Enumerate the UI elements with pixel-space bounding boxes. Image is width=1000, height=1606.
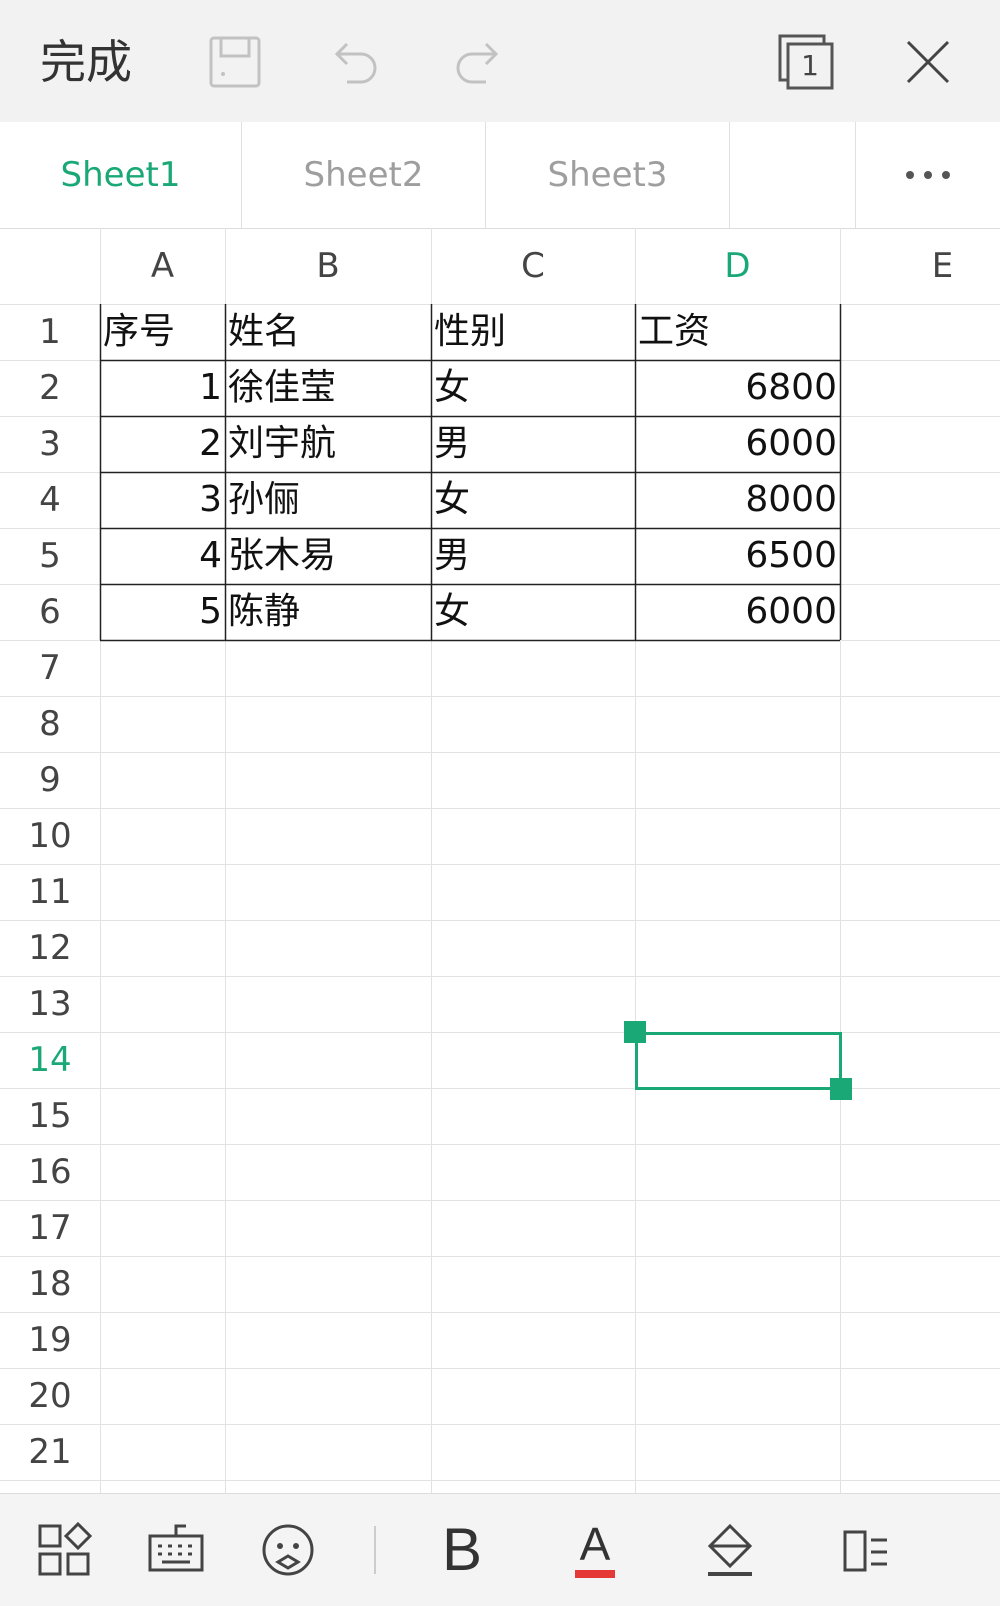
row-header[interactable]: 15: [0, 1088, 100, 1144]
selected-cell[interactable]: [635, 1032, 842, 1090]
row-header[interactable]: 14: [0, 1032, 100, 1088]
redo-icon[interactable]: [448, 32, 508, 92]
table-cell[interactable]: 工资: [635, 304, 840, 360]
row-header[interactable]: 9: [0, 752, 100, 808]
row-header[interactable]: 4: [0, 472, 100, 528]
row-header[interactable]: 7: [0, 640, 100, 696]
tab-sheet3[interactable]: Sheet3: [486, 122, 730, 228]
column-header-c[interactable]: C: [431, 228, 635, 304]
row-header[interactable]: 12: [0, 920, 100, 976]
font-color-underline: [575, 1570, 615, 1578]
column-header-d[interactable]: D: [635, 228, 840, 304]
table-cell[interactable]: 2: [100, 416, 225, 472]
close-icon[interactable]: [898, 32, 958, 92]
font-color-button[interactable]: A: [565, 1518, 625, 1580]
row-header[interactable]: 16: [0, 1144, 100, 1200]
tab-empty: [730, 122, 856, 228]
table-cell[interactable]: 男: [431, 528, 635, 584]
table-cell[interactable]: 8000: [635, 472, 840, 528]
table-cell[interactable]: 男: [431, 416, 635, 472]
sheet-count-icon[interactable]: 1: [776, 32, 836, 92]
toolbar-divider: [374, 1526, 376, 1574]
font-color-letter: A: [579, 1518, 611, 1570]
table-cell[interactable]: 徐佳莹: [225, 360, 431, 416]
table-cell[interactable]: 5: [100, 584, 225, 640]
apps-grid-icon[interactable]: [34, 1520, 94, 1580]
row-header[interactable]: 11: [0, 864, 100, 920]
row-header[interactable]: 21: [0, 1424, 100, 1480]
table-cell[interactable]: 女: [431, 584, 635, 640]
row-header[interactable]: 18: [0, 1256, 100, 1312]
table-cell[interactable]: 1: [100, 360, 225, 416]
wrap-icon[interactable]: [835, 1520, 895, 1580]
table-cell[interactable]: 6800: [635, 360, 840, 416]
table-cell[interactable]: 刘宇航: [225, 416, 431, 472]
table-cell[interactable]: 女: [431, 472, 635, 528]
spreadsheet-grid[interactable]: A B C D E 1 2 3 4 5 6 7 8 9 10 11 12 13 14 15 16 17 18 19 2…: [0, 228, 1000, 1493]
table-cell[interactable]: 4: [100, 528, 225, 584]
row-header[interactable]: 17: [0, 1200, 100, 1256]
table-cell[interactable]: 孙俪: [225, 472, 431, 528]
row-header[interactable]: 6: [0, 584, 100, 640]
undo-icon[interactable]: [325, 32, 385, 92]
row-header[interactable]: 8: [0, 696, 100, 752]
bottom-toolbar: B A: [0, 1493, 1000, 1606]
row-header[interactable]: 19: [0, 1312, 100, 1368]
sheet-count: 1: [801, 49, 819, 82]
table-cell[interactable]: 6000: [635, 416, 840, 472]
row-header[interactable]: 5: [0, 528, 100, 584]
column-header-e[interactable]: E: [840, 228, 1000, 304]
table-cell[interactable]: 6500: [635, 528, 840, 584]
table-cell[interactable]: 陈静: [225, 584, 431, 640]
selection-handle-top-left[interactable]: [624, 1021, 646, 1043]
row-header[interactable]: 10: [0, 808, 100, 864]
fill-color-icon[interactable]: [700, 1520, 760, 1580]
emoji-icon[interactable]: [258, 1520, 318, 1580]
more-tabs-button[interactable]: [856, 122, 1000, 228]
table-cell[interactable]: 序号: [100, 304, 225, 360]
column-header-a[interactable]: A: [100, 228, 225, 304]
row-header[interactable]: 2: [0, 360, 100, 416]
table-cell[interactable]: 姓名: [225, 304, 431, 360]
row-header[interactable]: 20: [0, 1368, 100, 1424]
keyboard-icon[interactable]: [146, 1520, 206, 1580]
table-cell[interactable]: 性别: [431, 304, 635, 360]
table-cell[interactable]: 女: [431, 360, 635, 416]
tab-sheet2[interactable]: Sheet2: [242, 122, 486, 228]
row-header[interactable]: 3: [0, 416, 100, 472]
sheet-tabs: Sheet1 Sheet2 Sheet3: [0, 122, 1000, 229]
row-header[interactable]: 13: [0, 976, 100, 1032]
row-header[interactable]: 1: [0, 304, 100, 360]
top-toolbar: 完成 1: [0, 0, 1000, 123]
done-button[interactable]: 完成: [40, 32, 132, 92]
more-icon: [906, 171, 950, 179]
table-cell[interactable]: 6000: [635, 584, 840, 640]
column-header-b[interactable]: B: [225, 228, 431, 304]
save-icon[interactable]: [205, 32, 265, 92]
tab-sheet1[interactable]: Sheet1: [0, 122, 242, 228]
selection-handle-bottom-right[interactable]: [830, 1078, 852, 1100]
table-cell[interactable]: 张木易: [225, 528, 431, 584]
bold-button[interactable]: B: [432, 1520, 492, 1580]
table-cell[interactable]: 3: [100, 472, 225, 528]
